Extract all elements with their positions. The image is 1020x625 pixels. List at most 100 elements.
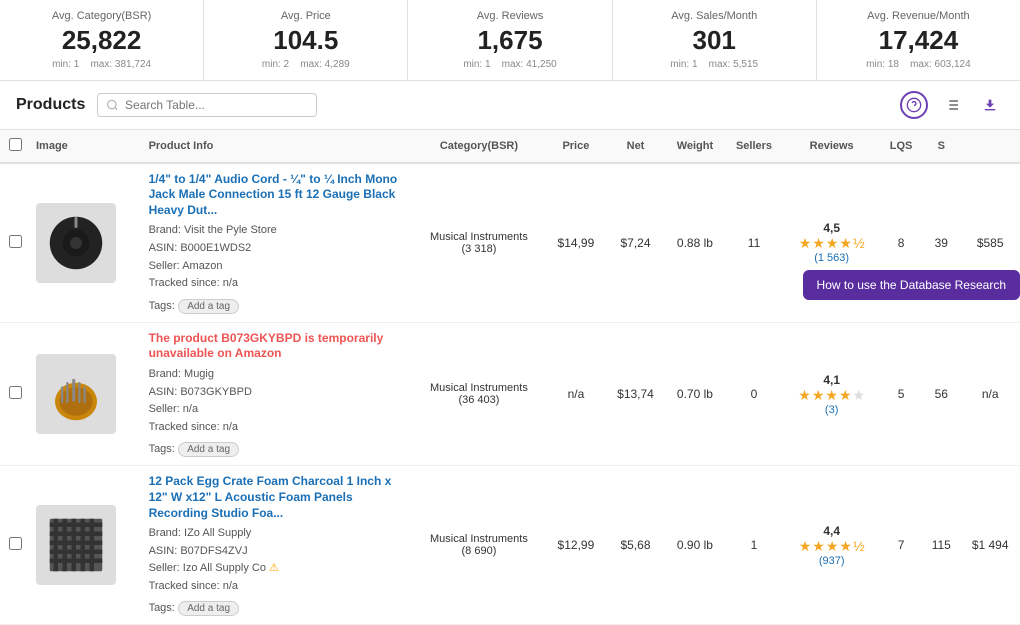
product-meta: Brand: IZo All Supply ASIN: B07DFS4ZVJ S… <box>149 525 406 595</box>
help-button[interactable] <box>900 91 928 119</box>
products-title: Products <box>16 96 85 114</box>
star-full: ★ <box>839 235 852 252</box>
revenue-cell: $1 494 <box>960 466 1020 625</box>
product-info-cell: 1/4" to 1/4" Audio Cord - ¼" to ¼ Inch M… <box>143 163 412 323</box>
add-tag-button[interactable]: Add a tag <box>178 442 239 457</box>
weight-cell: 0.88 lb <box>665 163 724 323</box>
star-full: ★ <box>826 538 839 555</box>
reviews-count[interactable]: (937) <box>789 555 873 567</box>
row-checkbox-cell[interactable] <box>0 163 30 323</box>
table-row: 12 Pack Egg Crate Foam Charcoal 1 Inch x… <box>0 466 1020 625</box>
header-s: S <box>922 130 960 163</box>
add-tag-button[interactable]: Add a tag <box>178 299 239 314</box>
price-cell: n/a <box>546 322 606 466</box>
star-full: ★ <box>812 538 825 555</box>
stat-value: 301 <box>629 26 800 55</box>
tags-area: Tags: Add a tag <box>149 297 406 314</box>
stat-value: 17,424 <box>833 26 1004 55</box>
net-cell: $5,68 <box>606 466 666 625</box>
stat-card-2: Avg. Reviews 1,675 min: 1 max: 41,250 <box>408 0 612 80</box>
header-lqs: LQS <box>880 130 922 163</box>
add-tag-button[interactable]: Add a tag <box>178 601 239 616</box>
row-checkbox[interactable] <box>9 386 22 399</box>
product-meta: Brand: Mugig ASIN: B073GKYBPD Seller: n/… <box>149 366 406 436</box>
sellers-cell: 11 <box>725 163 784 323</box>
category-cell: Musical Instruments(36 403) <box>412 322 546 466</box>
table-row: The product B073GKYBPD is temporarily un… <box>0 322 1020 466</box>
star-full: ★ <box>799 538 812 555</box>
product-image <box>36 505 116 585</box>
stats-bar: Avg. Category(BSR) 25,822 min: 1 max: 38… <box>0 0 1020 81</box>
header-extra <box>960 130 1020 163</box>
stat-value: 1,675 <box>424 26 595 55</box>
row-checkbox[interactable] <box>9 235 22 248</box>
product-image-cell <box>30 163 143 323</box>
product-image <box>36 203 116 283</box>
reviews-count[interactable]: (3) <box>789 404 873 416</box>
stat-range: min: 18 max: 603,124 <box>833 59 1004 70</box>
product-info-cell: 12 Pack Egg Crate Foam Charcoal 1 Inch x… <box>143 466 412 625</box>
products-table: Image Product Info Category(BSR) Price N… <box>0 130 1020 625</box>
stat-card-3: Avg. Sales/Month 301 min: 1 max: 5,515 <box>613 0 817 80</box>
stat-label: Avg. Category(BSR) <box>16 10 187 22</box>
stat-range: min: 1 max: 41,250 <box>424 59 595 70</box>
star-half: ½ <box>853 235 865 252</box>
s-cell: 56 <box>922 322 960 466</box>
s-cell: 115 <box>922 466 960 625</box>
category-cell: Musical Instruments(8 690) <box>412 466 546 625</box>
star-full: ★ <box>839 538 852 555</box>
stat-label: Avg. Revenue/Month <box>833 10 1004 22</box>
table-container: How to use the Database Research Image P… <box>0 130 1020 625</box>
header-checkbox[interactable] <box>0 130 30 163</box>
row-checkbox-cell[interactable] <box>0 466 30 625</box>
stat-range: min: 2 max: 4,289 <box>220 59 391 70</box>
tooltip-box: How to use the Database Research <box>803 270 1020 300</box>
select-all-checkbox[interactable] <box>9 138 22 151</box>
stat-label: Avg. Sales/Month <box>629 10 800 22</box>
product-image <box>36 354 116 434</box>
toolbar-actions <box>900 91 1004 119</box>
sellers-cell: 0 <box>725 322 784 466</box>
stars: ★★★★½ <box>789 235 873 252</box>
search-input[interactable] <box>125 98 308 112</box>
star-full: ★ <box>799 235 812 252</box>
price-cell: $14,99 <box>546 163 606 323</box>
star-full: ★ <box>825 387 838 404</box>
net-cell: $7,24 <box>606 163 666 323</box>
search-wrap[interactable] <box>97 93 317 117</box>
row-checkbox[interactable] <box>9 537 22 550</box>
header-weight: Weight <box>665 130 724 163</box>
star-empty: ★ <box>853 387 866 404</box>
stat-value: 104.5 <box>220 26 391 55</box>
download-button[interactable] <box>976 91 1004 119</box>
list-view-button[interactable] <box>938 91 966 119</box>
stat-card-1: Avg. Price 104.5 min: 2 max: 4,289 <box>204 0 408 80</box>
product-title[interactable]: 1/4" to 1/4" Audio Cord - ¼" to ¼ Inch M… <box>149 172 406 219</box>
tags-area: Tags: Add a tag <box>149 599 406 616</box>
header-category: Category(BSR) <box>412 130 546 163</box>
lqs-cell: 7 <box>880 466 922 625</box>
price-cell: $12,99 <box>546 466 606 625</box>
tags-area: Tags: Add a tag <box>149 440 406 457</box>
product-meta: Brand: Visit the Pyle Store ASIN: B000E1… <box>149 222 406 292</box>
table-wrap: Image Product Info Category(BSR) Price N… <box>0 130 1020 625</box>
reviews-count[interactable]: (1 563) <box>789 252 873 264</box>
reviews-cell: 4,4 ★★★★½ (937) <box>783 466 879 625</box>
header-net: Net <box>606 130 666 163</box>
star-full: ★ <box>812 235 825 252</box>
product-title[interactable]: 12 Pack Egg Crate Foam Charcoal 1 Inch x… <box>149 474 406 521</box>
row-checkbox-cell[interactable] <box>0 322 30 466</box>
revenue-cell: n/a <box>960 322 1020 466</box>
product-title[interactable]: The product B073GKYBPD is temporarily un… <box>149 331 406 362</box>
stat-label: Avg. Reviews <box>424 10 595 22</box>
stat-card-4: Avg. Revenue/Month 17,424 min: 18 max: 6… <box>817 0 1020 80</box>
stat-card-0: Avg. Category(BSR) 25,822 min: 1 max: 38… <box>0 0 204 80</box>
stat-range: min: 1 max: 381,724 <box>16 59 187 70</box>
header-sellers: Sellers <box>725 130 784 163</box>
search-icon <box>106 98 119 112</box>
product-info-cell: The product B073GKYBPD is temporarily un… <box>143 322 412 466</box>
star-half: ½ <box>853 538 865 555</box>
table-header-row: Image Product Info Category(BSR) Price N… <box>0 130 1020 163</box>
stat-value: 25,822 <box>16 26 187 55</box>
toolbar: Products <box>0 81 1020 130</box>
